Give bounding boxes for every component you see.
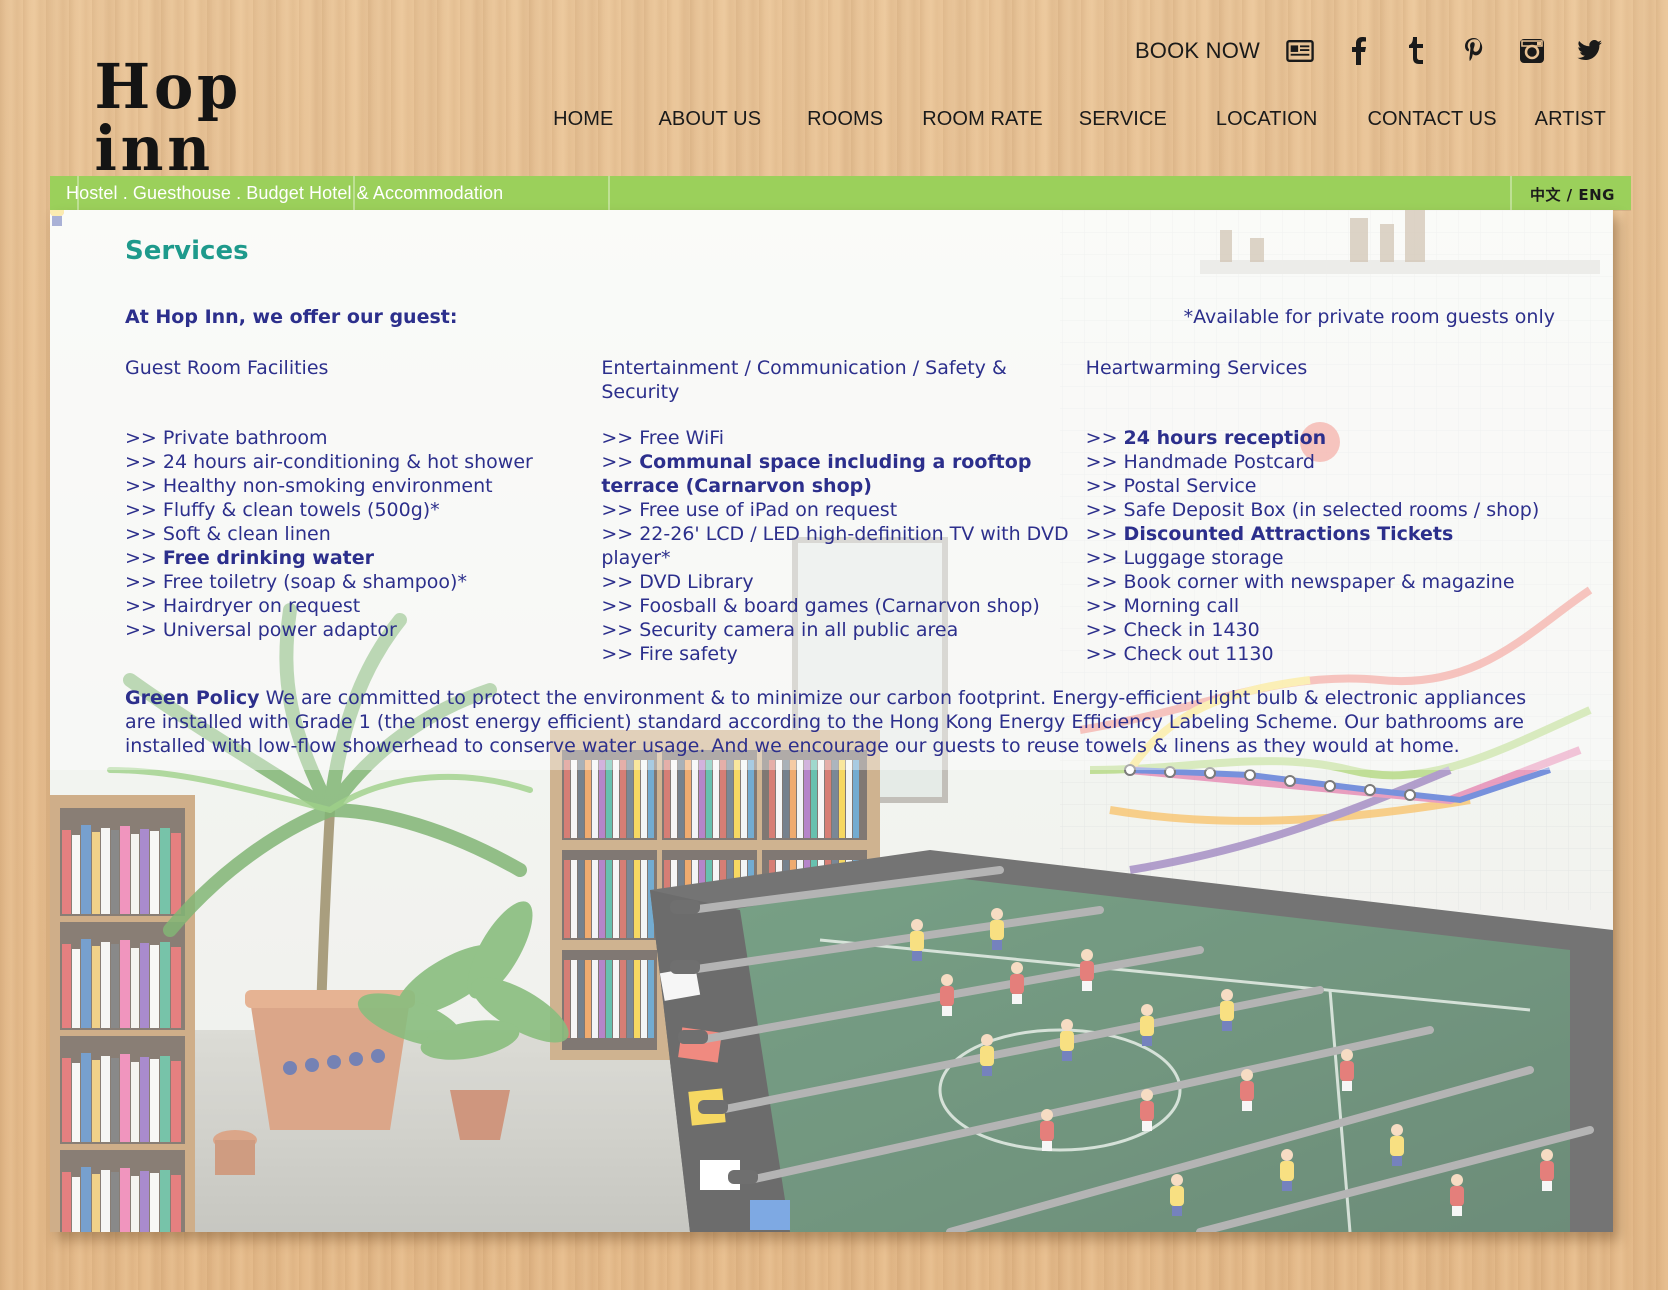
list-item: >> Morning call (1085, 595, 1240, 617)
twitter-icon[interactable] (1576, 37, 1604, 65)
list-item: >> Book corner with newspaper & magazine (1085, 571, 1515, 593)
list-item: >> Check out 1130 (1085, 643, 1274, 665)
list-item: >> Check in 1430 (1085, 619, 1260, 641)
newsletter-icon[interactable] (1286, 37, 1314, 65)
list-item: >> Free drinking water (125, 547, 375, 569)
list-item: >> Soft & clean linen (125, 523, 331, 545)
column-heading: Heartwarming Services (1085, 357, 1308, 379)
column-guest-room-facilities: Guest Room Facilities >> Private bathroo… (125, 356, 601, 666)
list-item: >> 24 hours reception (1085, 427, 1327, 449)
column-heading: Entertainment / Communication / Safety &… (601, 357, 1007, 403)
list-item: >> Security camera in all public area (601, 619, 959, 641)
list-item: >> DVD Library (601, 571, 754, 593)
column-entertainment-communication: Entertainment / Communication / Safety &… (601, 356, 1085, 666)
divider (1510, 176, 1512, 210)
list-item: >> Free WiFi (601, 427, 725, 449)
book-now-link[interactable]: BOOK NOW (1135, 38, 1260, 64)
services-content: Services At Hop Inn, we offer our guest:… (125, 236, 1555, 777)
list-item: >> Communal space including a rooftop te… (601, 451, 1032, 497)
nav-service[interactable]: SERVICE (1079, 108, 1167, 131)
column-heading: Guest Room Facilities (125, 357, 329, 379)
list-item: >> Universal power adaptor (125, 619, 397, 641)
offer-row: At Hop Inn, we offer our guest: *Availab… (125, 306, 1555, 334)
list-item: >> Fire safety (601, 643, 738, 665)
list-item: >> Healthy non-smoking environment (125, 475, 493, 497)
list-item: >> Discounted Attractions Tickets (1085, 523, 1454, 545)
offer-intro: At Hop Inn, we offer our guest: (125, 306, 458, 328)
column-heartwarming-services: Heartwarming Services >> 24 hours recept… (1086, 356, 1555, 666)
service-columns: Guest Room Facilities >> Private bathroo… (125, 356, 1555, 666)
nav-rooms[interactable]: ROOMS (807, 108, 883, 131)
facebook-icon[interactable] (1344, 37, 1372, 65)
services-panel: Services At Hop Inn, we offer our guest:… (50, 210, 1613, 1232)
list-item: >> Fluffy & clean towels (500g)* (125, 499, 440, 521)
list-item: >> Safe Deposit Box (in selected rooms /… (1085, 499, 1540, 521)
availability-note: *Available for private room guests only (1183, 306, 1555, 328)
green-policy-text: We are committed to protect the environm… (125, 687, 1527, 757)
list-item: >> 24 hours air-conditioning & hot showe… (125, 451, 533, 473)
list-item: >> Private bathroom (125, 427, 328, 449)
nav-about-us[interactable]: ABOUT US (658, 108, 761, 131)
site-tagline: Hostel . Guesthouse . Budget Hotel & Acc… (66, 183, 504, 203)
top-utility-bar: BOOK NOW (1135, 34, 1604, 68)
tumblr-icon[interactable] (1402, 37, 1430, 65)
list-item: >> Free use of iPad on request (601, 499, 898, 521)
page-title: Services (125, 236, 249, 266)
nav-artist[interactable]: ARTIST (1535, 108, 1606, 131)
list-item: >> 22-26' LCD / LED high-definition TV w… (601, 523, 1069, 569)
list-item: >> Luggage storage (1085, 547, 1284, 569)
social-links (1286, 37, 1604, 65)
nav-contact-us[interactable]: CONTACT US (1367, 108, 1496, 131)
nav-location[interactable]: LOCATION (1216, 108, 1318, 131)
site-logo[interactable]: Hop inn (88, 38, 348, 180)
list-item: >> Handmade Postcard (1085, 451, 1315, 473)
green-policy-label: Green Policy (125, 687, 260, 709)
list-item: >> Free toiletry (soap & shampoo)* (125, 571, 467, 593)
tagline-banner: Hostel . Guesthouse . Budget Hotel & Acc… (50, 176, 1631, 210)
nav-room-rate[interactable]: ROOM RATE (922, 108, 1043, 131)
nav-home[interactable]: HOME (553, 108, 613, 131)
divider (608, 176, 610, 210)
logo-text: Hop inn (94, 50, 243, 185)
green-policy: Green Policy We are committed to protect… (125, 686, 1555, 758)
language-switch[interactable]: 中文 / ENG (1530, 184, 1615, 205)
main-nav: HOME ABOUT US ROOMS ROOM RATE SERVICE LO… (553, 108, 1606, 131)
list-item: >> Hairdryer on request (125, 595, 361, 617)
list-item: >> Foosball & board games (Carnarvon sho… (601, 595, 1040, 617)
pinterest-icon[interactable] (1460, 37, 1488, 65)
instagram-icon[interactable] (1518, 37, 1546, 65)
list-item: >> Postal Service (1085, 475, 1257, 497)
